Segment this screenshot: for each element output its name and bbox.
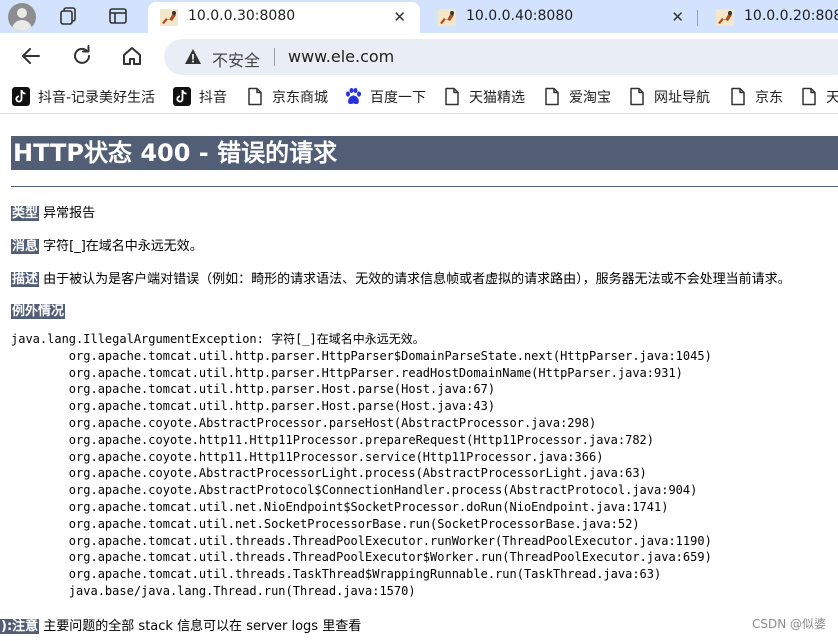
stack-trace: java.lang.IllegalArgumentException: 字符[_… xyxy=(11,331,712,600)
home-icon[interactable] xyxy=(119,43,145,69)
bookmark-label: 天猫精选 xyxy=(469,90,525,106)
url-text[interactable]: www.ele.com xyxy=(288,47,394,66)
page-icon xyxy=(731,87,745,106)
baidu-paw-icon xyxy=(346,88,361,105)
page-icon xyxy=(630,87,644,106)
tab-title: 10.0.0.30:8080 xyxy=(188,8,296,24)
tomcat-favicon-icon xyxy=(438,9,456,26)
note-value: 主要问题的全部 stack 信息可以在 server logs 里查看 xyxy=(43,619,362,634)
navigation-bar: 不安全 www.ele.com xyxy=(0,33,838,81)
tomcat-favicon-icon xyxy=(160,9,178,26)
tomcat-favicon-icon xyxy=(716,9,734,26)
trace-line: org.apache.coyote.http11.Http11Processor… xyxy=(11,432,654,447)
collections-icon[interactable] xyxy=(58,6,78,26)
tab-10-0-0-30[interactable]: 10.0.0.30:8080 ✕ xyxy=(148,2,420,33)
close-icon[interactable]: ✕ xyxy=(393,8,406,26)
refresh-icon[interactable] xyxy=(69,43,95,69)
bookmark-label: 抖音 xyxy=(199,90,227,106)
tab-10-0-0-20[interactable]: 10.0.0.20:8080 xyxy=(704,2,838,33)
bookmark-label: 网址导航 xyxy=(654,90,710,106)
page-icon xyxy=(248,87,262,106)
description-label: 描述 xyxy=(11,272,40,287)
trace-line: java.lang.IllegalArgumentException: 字符[_… xyxy=(11,332,425,346)
exception-label: 例外情况 xyxy=(11,304,66,319)
trace-line: org.apache.tomcat.util.http.parser.Host.… xyxy=(11,382,496,397)
message-value: 字符[_]在域名中永远无效。 xyxy=(43,239,203,254)
type-row: 类型 异常报告 xyxy=(11,202,95,221)
message-label: 消息 xyxy=(11,239,40,254)
trace-line: org.apache.coyote.http11.Http11Processor… xyxy=(11,449,604,464)
bookmark-label: 抖音-记录美好生活 xyxy=(38,90,156,106)
tab-title: 10.0.0.20:8080 xyxy=(744,8,838,24)
trace-line: org.apache.tomcat.util.http.parser.Host.… xyxy=(11,399,496,414)
description-row: 描述 由于被认为是客户端对错误（例如：畸形的请求语法、无效的请求信息帧或者虚拟的… xyxy=(11,268,791,287)
trace-line: org.apache.tomcat.util.net.SocketProcess… xyxy=(11,516,640,531)
watermark: CSDN @似婆 xyxy=(751,617,826,631)
page-icon xyxy=(545,87,559,106)
bookmark-label: 百度一下 xyxy=(370,90,426,106)
type-label: 类型 xyxy=(11,206,40,221)
security-status-label[interactable]: 不安全 xyxy=(212,47,260,71)
warning-triangle-icon[interactable] xyxy=(184,48,202,66)
tiktok-icon xyxy=(173,87,191,106)
tiktok-icon xyxy=(12,87,30,106)
note-label: ):注意 xyxy=(0,619,40,634)
address-bar[interactable]: 不安全 www.ele.com xyxy=(164,39,838,75)
description-value: 由于被认为是客户端对错误（例如：畸形的请求语法、无效的请求信息帧或者虚拟的请求路… xyxy=(43,272,791,287)
trace-line: org.apache.coyote.AbstractProcessor.pars… xyxy=(11,415,597,430)
trace-line: org.apache.tomcat.util.http.parser.HttpP… xyxy=(11,348,712,363)
tab-title: 10.0.0.40:8080 xyxy=(466,8,574,24)
tab-10-0-0-40[interactable]: 10.0.0.40:8080 ✕ xyxy=(426,2,698,33)
bookmark-label: 京东商城 xyxy=(272,90,328,106)
trace-line: org.apache.tomcat.util.threads.ThreadPoo… xyxy=(11,533,712,548)
bookmark-label: 爱淘宝 xyxy=(569,90,611,106)
page-icon xyxy=(445,87,459,106)
bookmark-label: 天 xyxy=(826,90,838,106)
toolbar-divider xyxy=(0,113,838,114)
profile-avatar-icon[interactable] xyxy=(8,3,36,31)
trace-line: org.apache.tomcat.util.http.parser.HttpP… xyxy=(11,365,683,380)
close-icon[interactable]: ✕ xyxy=(671,8,684,26)
vertical-tabs-icon[interactable] xyxy=(108,6,128,26)
trace-line: org.apache.tomcat.util.net.NioEndpoint$S… xyxy=(11,499,669,514)
bookmark-label: 京东 xyxy=(755,90,783,106)
note-row: ):注意 主要问题的全部 stack 信息可以在 server logs 里查看 xyxy=(0,615,361,634)
bookmarks-bar: 抖音-记录美好生活 抖音 京东商城 百度一下 天猫精选 爱淘宝 网址导航 京东 … xyxy=(0,81,838,113)
page-icon xyxy=(802,87,816,106)
error-page: HTTP状态 400 - 错误的请求 类型 异常报告 消息 字符[_]在域名中永… xyxy=(0,116,838,641)
trace-line: java.base/java.lang.Thread.run(Thread.ja… xyxy=(11,583,416,598)
trace-line: org.apache.tomcat.util.threads.ThreadPoo… xyxy=(11,550,712,565)
message-row: 消息 字符[_]在域名中永远无效。 xyxy=(11,235,203,254)
type-value: 异常报告 xyxy=(43,206,96,221)
trace-line: org.apache.tomcat.util.threads.TaskThrea… xyxy=(11,567,662,582)
back-arrow-icon[interactable] xyxy=(18,43,44,69)
trace-line: org.apache.coyote.AbstractProcessorLight… xyxy=(11,466,647,481)
divider xyxy=(11,186,838,187)
exception-row: 例外情况 xyxy=(11,300,66,319)
tab-strip: 10.0.0.30:8080 ✕ 10.0.0.40:8080 ✕ 10.0.0… xyxy=(0,0,838,33)
trace-line: org.apache.coyote.AbstractProtocol$Conne… xyxy=(11,483,698,498)
page-title: HTTP状态 400 - 错误的请求 xyxy=(11,136,838,170)
